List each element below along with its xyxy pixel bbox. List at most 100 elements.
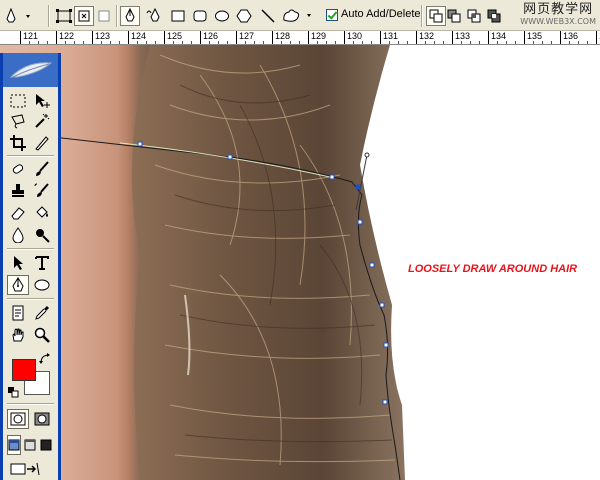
- notes-tool-icon[interactable]: [7, 303, 29, 323]
- ruler-tick: [452, 31, 453, 44]
- pen-tool-preset-picker[interactable]: [4, 6, 34, 26]
- ruler-tick: [596, 31, 597, 44]
- ruler-minor-tick: [398, 41, 399, 44]
- type-tool-icon[interactable]: [31, 253, 53, 273]
- exclude-overlapping-path-areas-icon[interactable]: [484, 6, 504, 26]
- ruler-minor-tick: [137, 41, 138, 44]
- rectangular-marquee-icon[interactable]: [7, 91, 29, 111]
- toolbox-panel: [0, 53, 61, 480]
- ruler-minor-tick: [290, 41, 291, 44]
- rectangle-shape-icon[interactable]: [168, 6, 188, 26]
- shape-layers-button[interactable]: [54, 6, 74, 26]
- ruler-tick: [20, 31, 21, 44]
- blur-tool-icon[interactable]: [7, 225, 29, 245]
- ruler-minor-tick: [155, 41, 156, 44]
- healing-brush-icon[interactable]: [7, 159, 29, 179]
- foreground-color-swatch[interactable]: [12, 359, 36, 381]
- fill-pixels-button[interactable]: [94, 6, 114, 26]
- ruler-minor-tick: [299, 41, 300, 44]
- ruler-minor-tick: [569, 41, 570, 44]
- paths-button[interactable]: [74, 6, 94, 26]
- ruler-minor-tick: [335, 41, 336, 44]
- rounded-rectangle-icon[interactable]: [190, 6, 210, 26]
- ellipse-shape-icon[interactable]: [212, 6, 232, 26]
- ruler-tick: [344, 31, 345, 44]
- ruler-minor-tick: [74, 41, 75, 44]
- clone-stamp-icon[interactable]: [7, 181, 29, 201]
- history-brush-icon[interactable]: [31, 181, 53, 201]
- ruler-tick: [308, 31, 309, 44]
- ruler-tick-label: 122: [59, 31, 75, 41]
- ruler-tick-label: 136: [563, 31, 579, 41]
- document-canvas[interactable]: LOOSELY DRAW AROUND HAIR: [0, 45, 600, 480]
- ruler-minor-tick: [101, 41, 102, 44]
- ruler-tick-label: 135: [527, 31, 543, 41]
- auto-add-delete-checkbox[interactable]: [326, 9, 338, 21]
- full-screen-menu-mode-icon[interactable]: [23, 435, 37, 455]
- default-colors-icon[interactable]: [7, 386, 19, 398]
- watermark-title: 网页教学网: [523, 2, 594, 17]
- ruler-minor-tick: [173, 41, 174, 44]
- swap-colors-icon[interactable]: [39, 353, 51, 365]
- crop-tool-icon[interactable]: [7, 133, 29, 153]
- magic-wand-icon[interactable]: [31, 111, 53, 131]
- toolbox-header[interactable]: [3, 53, 58, 87]
- full-screen-mode-icon[interactable]: [39, 435, 53, 455]
- eraser-tool-icon[interactable]: [7, 203, 29, 223]
- ruler-tick-label: 121: [23, 31, 39, 41]
- ruler-tick-label: 131: [383, 31, 399, 41]
- slice-tool-icon[interactable]: [31, 133, 53, 153]
- ruler-minor-tick: [533, 41, 534, 44]
- ruler-minor-tick: [326, 41, 327, 44]
- ruler-minor-tick: [470, 41, 471, 44]
- path-selection-icon[interactable]: [7, 253, 29, 273]
- ruler-minor-tick: [83, 41, 84, 44]
- custom-shape-icon[interactable]: [280, 6, 316, 26]
- ruler-tick-label: 134: [491, 31, 507, 41]
- ruler-tick-label: 127: [239, 31, 255, 41]
- standard-screen-mode-icon[interactable]: [7, 435, 21, 455]
- ruler-minor-tick: [434, 41, 435, 44]
- ellipse-tool-icon[interactable]: [31, 275, 53, 295]
- ruler-minor-tick: [65, 41, 66, 44]
- polygon-shape-icon[interactable]: [234, 6, 254, 26]
- ruler-minor-tick: [362, 41, 363, 44]
- dodge-tool-icon[interactable]: [31, 225, 53, 245]
- pen-tool-icon[interactable]: [7, 275, 29, 295]
- ruler-minor-tick: [587, 41, 588, 44]
- line-shape-icon[interactable]: [258, 6, 278, 26]
- brush-tool-icon[interactable]: [31, 159, 53, 179]
- ruler-minor-tick: [29, 41, 30, 44]
- ruler-tick: [56, 31, 57, 44]
- ruler-minor-tick: [281, 41, 282, 44]
- lasso-tool-icon[interactable]: [7, 111, 29, 131]
- ruler-minor-tick: [479, 41, 480, 44]
- zoom-tool-icon[interactable]: [31, 325, 53, 345]
- ruler-tick: [92, 31, 93, 44]
- ruler-tick-label: 133: [455, 31, 471, 41]
- quick-mask-mode-icon[interactable]: [31, 409, 53, 429]
- ruler-minor-tick: [407, 41, 408, 44]
- ruler-tick: [272, 31, 273, 44]
- hand-tool-icon[interactable]: [7, 325, 29, 345]
- freeform-pen-icon[interactable]: [144, 6, 164, 26]
- eyedropper-icon[interactable]: [31, 303, 53, 323]
- pen-option-icon[interactable]: [120, 6, 140, 26]
- horizontal-ruler[interactable]: 121 122 123 124 125 126 127 128 129 130 131 132 133 1…: [0, 31, 600, 45]
- ruler-tick-label: 123: [95, 31, 111, 41]
- ruler-tick: [380, 31, 381, 44]
- paint-bucket-icon[interactable]: [31, 203, 53, 223]
- subtract-from-path-area-icon[interactable]: [444, 6, 464, 26]
- ruler-minor-tick: [254, 41, 255, 44]
- move-tool-icon[interactable]: [31, 91, 53, 111]
- ruler-tick-label: 129: [311, 31, 327, 41]
- add-to-path-area-icon[interactable]: [426, 6, 446, 26]
- standard-mode-icon[interactable]: [7, 409, 29, 429]
- ruler-tick: [128, 31, 129, 44]
- ruler-minor-tick: [506, 41, 507, 44]
- ruler-minor-tick: [515, 41, 516, 44]
- intersect-path-areas-icon[interactable]: [464, 6, 484, 26]
- ruler-minor-tick: [119, 41, 120, 44]
- ruler-tick-label: 132: [419, 31, 435, 41]
- edit-in-imageready-icon[interactable]: [7, 459, 43, 479]
